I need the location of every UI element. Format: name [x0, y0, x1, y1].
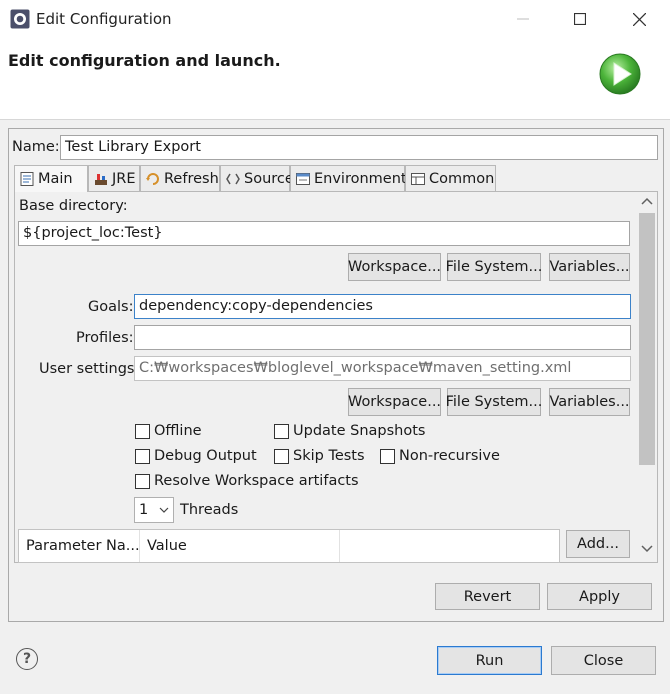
run-launch-icon: [599, 53, 641, 95]
close-icon[interactable]: [616, 0, 662, 38]
header-title: Edit configuration and launch.: [8, 51, 281, 70]
main-tab-icon: [20, 172, 34, 186]
user-settings-label: User settings:: [39, 361, 140, 377]
settings-file-system-button[interactable]: File System...: [446, 388, 542, 416]
goals-input[interactable]: dependency:copy-dependencies: [134, 294, 631, 319]
base-directory-label: Base directory:: [19, 198, 128, 214]
add-parameter-button[interactable]: Add...: [566, 530, 630, 558]
maximize-icon[interactable]: [557, 0, 603, 38]
offline-checkbox[interactable]: [135, 424, 150, 439]
threads-label: Threads: [180, 502, 239, 518]
column-value[interactable]: Value: [140, 530, 340, 562]
tab-strip: Main JRE Refresh Source Environment Comm…: [14, 165, 496, 192]
help-icon[interactable]: ?: [16, 648, 38, 670]
threads-value: 1: [139, 502, 149, 518]
settings-workspace-button[interactable]: Workspace...: [348, 388, 441, 416]
chevron-down-icon: [159, 507, 169, 513]
close-button[interactable]: Close: [551, 646, 656, 675]
tab-source[interactable]: Source: [220, 165, 294, 191]
tab-refresh[interactable]: Refresh: [140, 165, 220, 191]
threads-select[interactable]: 1: [134, 497, 174, 523]
tab-environment[interactable]: Environment: [290, 165, 407, 191]
environment-icon: [296, 172, 310, 185]
user-settings-input[interactable]: C:₩workspaces₩bloglevel_workspace₩maven_…: [134, 356, 631, 381]
base-variables-button[interactable]: Variables...: [549, 253, 630, 281]
debug-output-label: Debug Output: [154, 448, 257, 464]
resolve-workspace-checkbox[interactable]: [135, 474, 150, 489]
column-extra: [340, 530, 559, 562]
update-snapshots-checkbox[interactable]: [274, 424, 289, 439]
name-input[interactable]: Test Library Export: [60, 135, 658, 160]
scrollbar-thumb[interactable]: [639, 213, 655, 465]
refresh-icon: [146, 172, 159, 185]
tab-main-label: Main: [38, 171, 73, 187]
tab-refresh-label: Refresh: [164, 170, 219, 187]
non-recursive-checkbox[interactable]: [380, 449, 395, 464]
scroll-down-icon[interactable]: [641, 545, 653, 553]
minimize-icon[interactable]: [500, 0, 546, 38]
tab-source-label: Source: [244, 170, 294, 187]
jre-icon: [95, 173, 107, 185]
tab-environment-label: Environment: [314, 170, 407, 187]
parameters-table[interactable]: Parameter Na... Value: [18, 529, 560, 563]
tab-common-label: Common: [429, 170, 495, 187]
goals-label: Goals:: [88, 299, 134, 315]
revert-button[interactable]: Revert: [435, 583, 540, 610]
skip-tests-checkbox[interactable]: [274, 449, 289, 464]
profiles-label: Profiles:: [76, 330, 134, 346]
scroll-up-icon[interactable]: [641, 197, 653, 205]
debug-output-checkbox[interactable]: [135, 449, 150, 464]
run-button[interactable]: Run: [437, 646, 542, 675]
update-snapshots-label: Update Snapshots: [293, 423, 426, 439]
tab-jre[interactable]: JRE: [88, 165, 140, 191]
settings-variables-button[interactable]: Variables...: [549, 388, 630, 416]
name-label: Name:: [12, 139, 60, 155]
profiles-input[interactable]: [134, 325, 631, 350]
skip-tests-label: Skip Tests: [293, 448, 365, 464]
app-icon: [10, 9, 30, 29]
offline-label: Offline: [154, 423, 202, 439]
column-parameter-name[interactable]: Parameter Na...: [19, 530, 140, 562]
non-recursive-label: Non-recursive: [399, 448, 500, 464]
base-file-system-button[interactable]: File System...: [446, 253, 542, 281]
window-title: Edit Configuration: [36, 10, 172, 28]
resolve-workspace-label: Resolve Workspace artifacts: [154, 473, 359, 489]
tab-jre-label: JRE: [112, 170, 136, 187]
source-icon: [226, 173, 240, 184]
base-workspace-button[interactable]: Workspace...: [348, 253, 441, 281]
tab-common[interactable]: Common: [405, 165, 496, 191]
apply-button[interactable]: Apply: [547, 583, 652, 610]
common-icon: [411, 172, 425, 185]
tab-main[interactable]: Main: [14, 165, 88, 192]
base-directory-input[interactable]: ${project_loc:Test}: [18, 221, 630, 246]
